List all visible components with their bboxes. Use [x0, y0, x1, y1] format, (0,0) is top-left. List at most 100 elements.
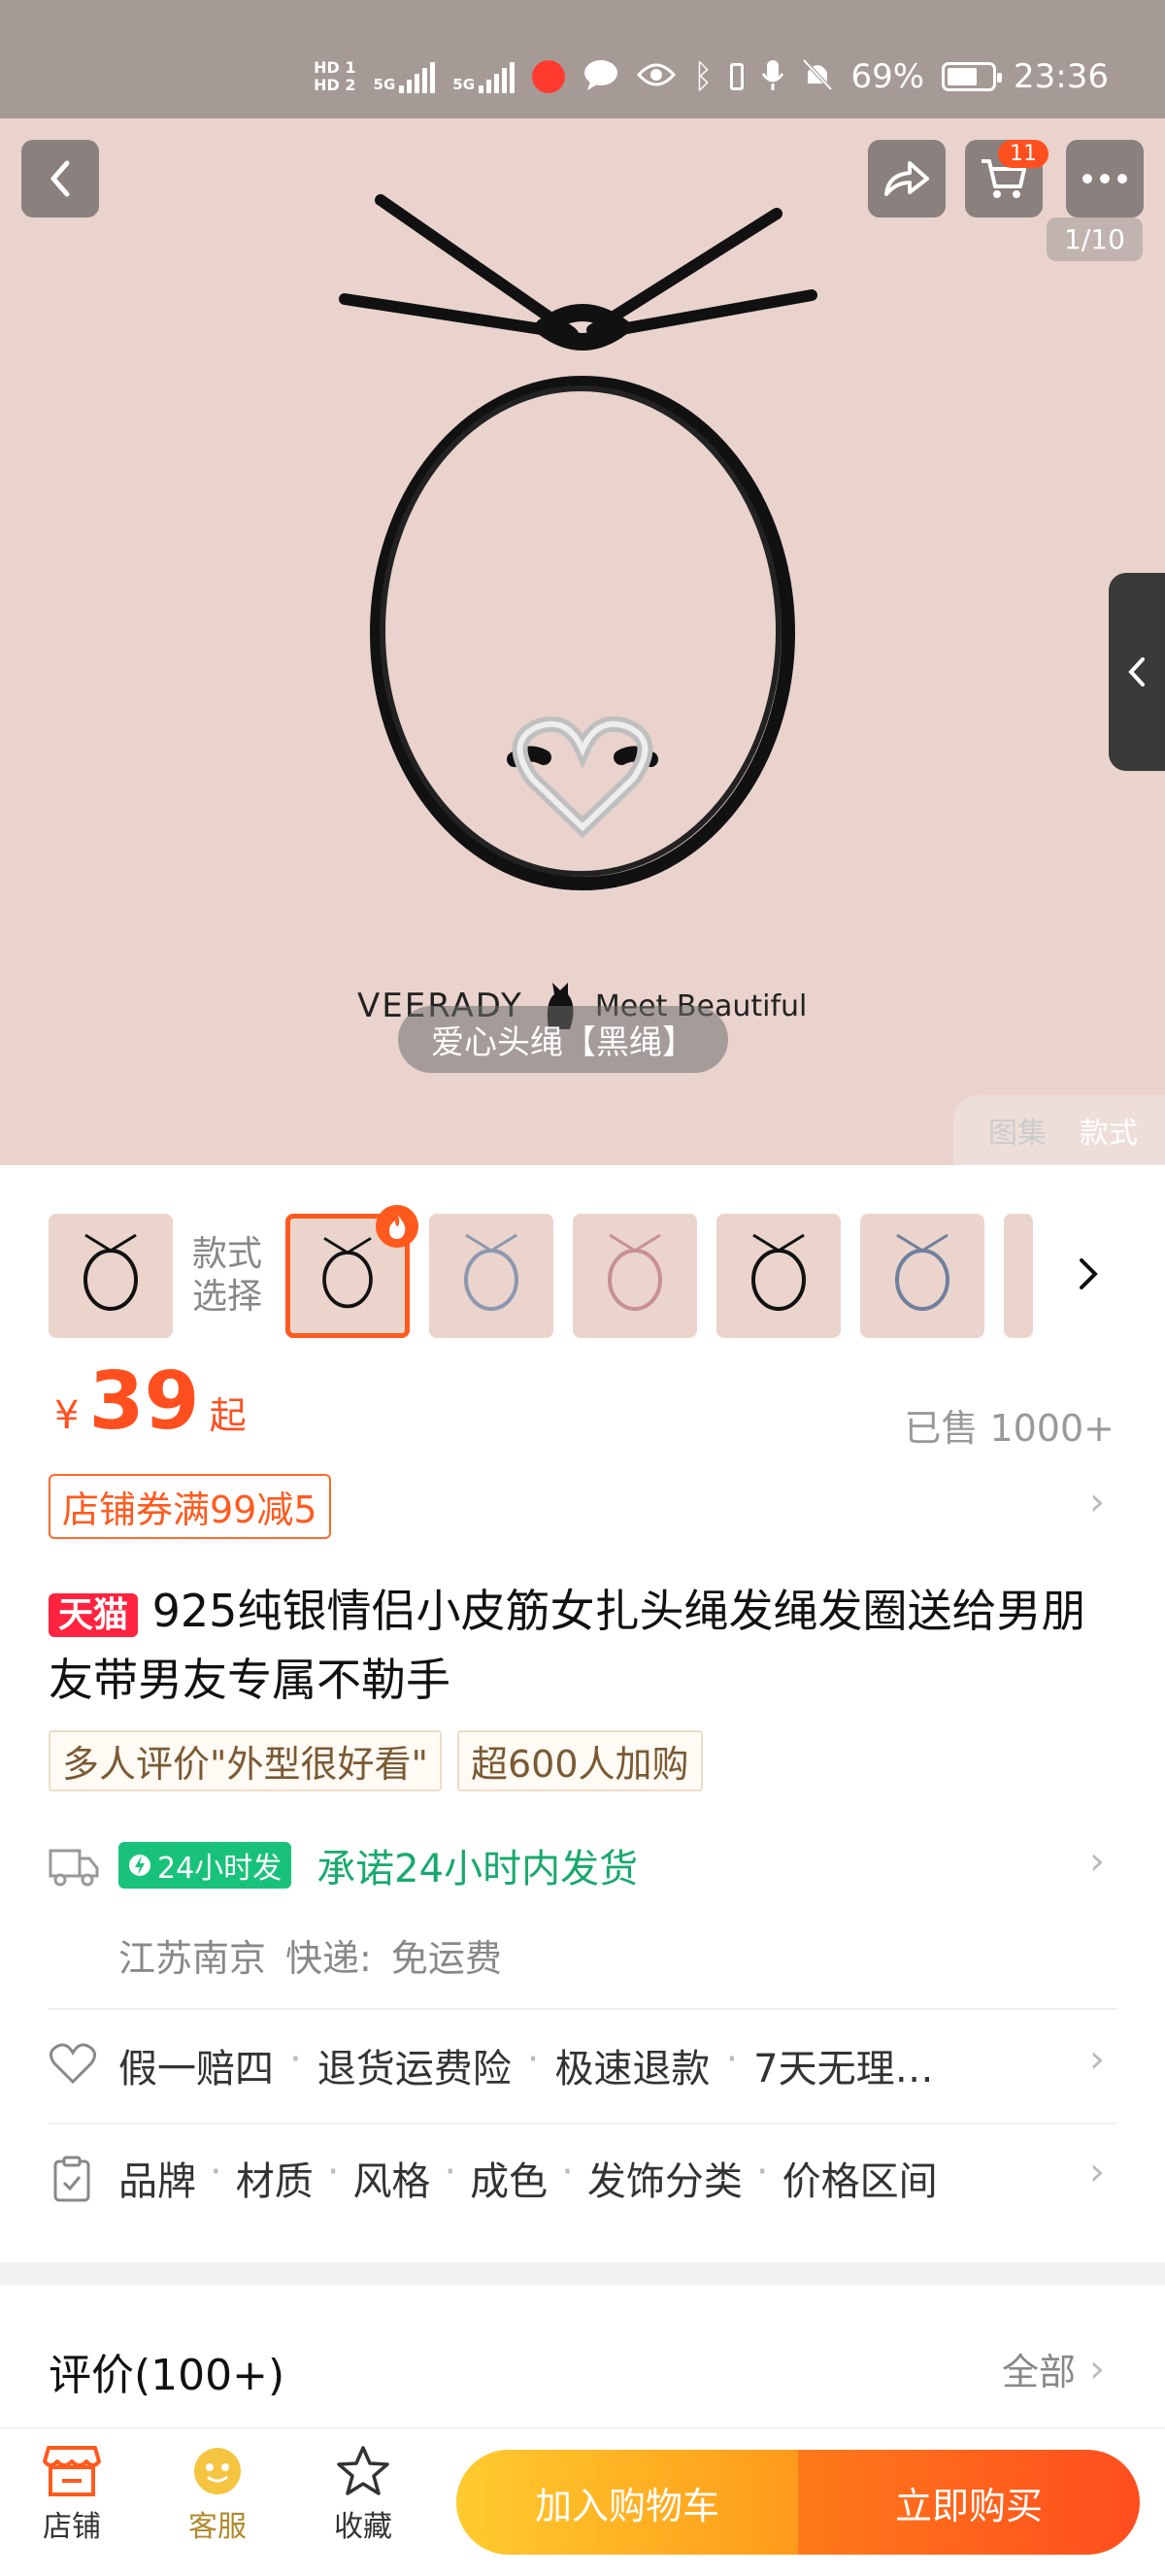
attribute-item: 品牌 [118, 2159, 196, 2204]
share-button[interactable] [868, 140, 946, 217]
service-item: 7天无理… [753, 2047, 934, 2091]
reviews-section[interactable]: 评价(100+) 全部 › [0, 2286, 1165, 2427]
buy-now-button[interactable]: 立即购买 [798, 2450, 1140, 2555]
shipping-fee: 免运费 [390, 1937, 502, 1980]
back-button[interactable] [21, 140, 99, 217]
shipping-promise: 承诺24小时内发货 [316, 1847, 639, 1891]
signal-2: 5G [452, 60, 516, 93]
product-info-card: 款式 选择 ¥ 39 起 已售 1000+ 店铺券满99减5 › 天猫 925纯… [0, 1165, 1165, 2262]
service-item: 极速退款 [554, 2047, 711, 2091]
status-icons: HD 1 HD 2 5G 5G ᛒ 69% 23:36 [314, 43, 1109, 111]
coupon-chevron-icon[interactable]: › [1089, 1480, 1105, 1524]
eye-icon [637, 61, 677, 92]
status-bar: HD 1 HD 2 5G 5G ᛒ 69% 23:36 [0, 0, 1165, 118]
star-icon [337, 2446, 389, 2495]
service-tab[interactable]: 客服 [179, 2444, 256, 2545]
more-button[interactable] [1066, 140, 1144, 217]
image-counter: 1/10 [1047, 217, 1143, 261]
reviews-title: 评价(100+) [49, 2351, 285, 2400]
style-thumb[interactable] [860, 1214, 985, 1338]
shipping-chevron-icon[interactable]: › [1089, 1839, 1105, 1884]
sim2-label: HD 2 [314, 76, 356, 94]
share-icon [884, 161, 929, 196]
attribute-chevron-icon[interactable]: › [1089, 2150, 1105, 2194]
tmall-badge: 天猫 [49, 1593, 139, 1637]
chevron-left-icon [1128, 657, 1145, 686]
truck-icon [49, 1845, 99, 1891]
product-hero-image[interactable]: 11 1/10 VEERADY Meet Beautiful 爱心头绳【黑绳】 … [0, 118, 1165, 1165]
sim-indicators: HD 1 HD 2 [314, 59, 355, 94]
message-icon [582, 58, 619, 95]
battery-icon [942, 62, 1003, 91]
signal-icon [399, 60, 436, 93]
chevron-right-icon: › [1089, 2346, 1105, 2392]
mute-bell-icon [802, 58, 833, 95]
tab-gallery[interactable]: 图集 [988, 1109, 1047, 1152]
shop-icon [43, 2446, 101, 2496]
price-suffix: 起 [209, 1394, 247, 1437]
product-title: 925纯银情侣小皮筋女扎头绳发绳发圈送给男朋友带男友专属不勒手 [49, 1585, 1086, 1706]
style-picker-label: 款式 选择 [192, 1234, 263, 1317]
divider [49, 2123, 1116, 2124]
chevron-right-icon [1080, 1258, 1098, 1289]
attribute-item: 发饰分类 [586, 2159, 743, 2204]
style-thumb[interactable] [573, 1214, 698, 1338]
lightning-icon [129, 1855, 150, 1876]
bluetooth-icon: ᛒ [693, 57, 714, 96]
more-icon [1082, 174, 1127, 184]
product-title-block: 天猫 925纯银情侣小皮筋女扎头绳发绳发圈送给男朋友带男友专属不勒手 [49, 1579, 1116, 1712]
attribute-item: 价格区间 [782, 2159, 938, 2204]
service-item: 退货运费险 [316, 2047, 512, 2091]
tag-review[interactable]: 多人评价"外型很好看" [49, 1730, 442, 1791]
style-picker: 款式 选择 [49, 1205, 1034, 1338]
attribute-item: 成色 [470, 2159, 549, 2204]
shop-coupon[interactable]: 店铺券满99减5 [49, 1474, 331, 1539]
signal-icon [479, 60, 516, 93]
shipping-origin: 江苏南京 [118, 1937, 267, 1980]
style-thumb-partial[interactable] [1004, 1214, 1034, 1338]
style-thumb[interactable] [716, 1214, 842, 1338]
service-row[interactable]: 假一赔四 · 退货运费险 · 极速退款 · 7天无理… [118, 2037, 934, 2093]
shipping-promise-row[interactable]: 24小时发 承诺24小时内发货 [118, 1837, 638, 1893]
favorite-tab[interactable]: 收藏 [324, 2444, 402, 2545]
style-thumb[interactable] [49, 1214, 173, 1338]
bottom-action-bar: 店铺 客服 收藏 加入购物车 立即购买 [0, 2427, 1165, 2576]
mic-icon [761, 58, 784, 95]
service-icon [194, 2448, 241, 2494]
shipping-method: 快递: [285, 1937, 372, 1980]
style-picker-more[interactable] [1076, 1255, 1101, 1297]
attribute-row[interactable]: 品牌 · 材质 · 风格 · 成色 · 发饰分类 · 价格区间 [118, 2150, 938, 2206]
side-collapse-tab[interactable] [1109, 573, 1165, 771]
add-to-cart-button[interactable]: 加入购物车 [456, 2450, 798, 2555]
battery-fill [948, 68, 978, 85]
reviews-all-link[interactable]: 全部 › [1002, 2342, 1105, 2395]
price-amount: 39 [88, 1355, 200, 1448]
sold-count: 已售 1000+ [904, 1407, 1115, 1450]
shipping-info: 江苏南京 快递: 免运费 [118, 1928, 502, 1982]
shop-tab[interactable]: 店铺 [33, 2444, 111, 2545]
gallery-tabs: 图集 款式 [953, 1095, 1165, 1165]
product-tags: 多人评价"外型很好看" 超600人加购 [49, 1730, 703, 1791]
fire-icon [376, 1205, 419, 1248]
attribute-item: 风格 [352, 2159, 431, 2204]
cart-count-badge: 11 [998, 140, 1048, 168]
attribute-item: 材质 [235, 2159, 314, 2204]
style-thumb-selected[interactable] [285, 1205, 419, 1338]
price-block: ¥ 39 起 [54, 1355, 247, 1448]
tag-cart[interactable]: 超600人加购 [456, 1730, 703, 1791]
24h-badge: 24小时发 [118, 1842, 292, 1889]
divider [49, 2008, 1116, 2010]
clock: 23:36 [1014, 57, 1109, 96]
tab-styles[interactable]: 款式 [1080, 1109, 1138, 1152]
variant-caption: 爱心头绳【黑绳】 [398, 1006, 728, 1073]
service-item: 假一赔四 [118, 2047, 274, 2091]
service-chevron-icon[interactable]: › [1089, 2037, 1105, 2082]
clipboard-icon [52, 2156, 91, 2206]
sim1-label: HD 1 [314, 58, 356, 77]
signal-1: 5G [374, 60, 436, 93]
back-icon [50, 160, 70, 197]
style-thumb[interactable] [429, 1214, 554, 1338]
price-currency: ¥ [54, 1393, 80, 1438]
search-app-icon [532, 60, 566, 93]
battery-percent: 69% [850, 57, 925, 96]
